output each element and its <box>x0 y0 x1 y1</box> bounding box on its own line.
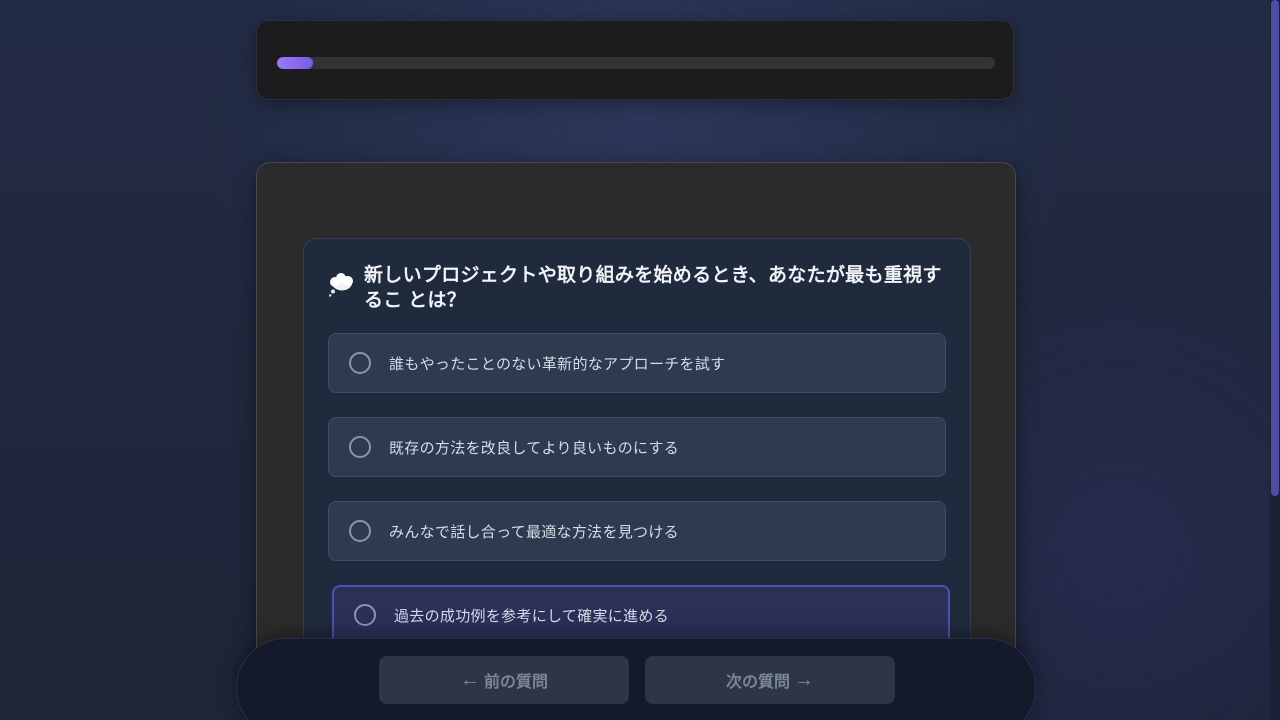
radio-circle-icon[interactable] <box>349 520 371 542</box>
next-question-label: 次の質問 <box>725 674 790 691</box>
radio-circle-icon[interactable] <box>354 604 376 626</box>
option-label: 既存の方法を改良してより良いものにする <box>389 439 680 457</box>
option-1[interactable]: 誰もやったことのない革新的なアプローチを試す <box>328 333 946 393</box>
progress-bar-fill <box>277 57 313 69</box>
option-3[interactable]: みんなで話し合って最適な方法を見つける <box>328 501 946 561</box>
radio-circle-icon[interactable] <box>349 436 371 458</box>
previous-question-label: 前の質問 <box>483 674 548 691</box>
progress-panel <box>256 20 1014 100</box>
question-card: 新しいプロジェクトや取り組みを始めるとき、あなたが最も重視するこ とは？ 誰もや… <box>303 238 971 698</box>
previous-question-button[interactable]: ← 前の質問 <box>379 656 629 704</box>
question-text: 新しいプロジェクトや取り組みを始めるとき、あなたが最も重視するこ とは？ <box>364 265 942 311</box>
option-label: みんなで話し合って最適な方法を見つける <box>389 523 679 541</box>
scrollbar-thumb[interactable] <box>1271 0 1279 496</box>
option-label: 誰もやったことのない革新的なアプローチを試す <box>389 355 726 373</box>
arrow-right-icon: → <box>794 668 814 691</box>
progress-bar <box>277 57 995 69</box>
option-label: 過去の成功例を参考にして確実に進める <box>394 607 669 625</box>
next-question-button[interactable]: 次の質問 → <box>645 656 895 704</box>
navigation-bar: ← 前の質問 次の質問 → <box>236 638 1036 720</box>
page-scrollbar[interactable] <box>1270 0 1280 720</box>
radio-circle-icon[interactable] <box>349 352 371 374</box>
arrow-left-icon: ← <box>459 668 480 691</box>
option-2[interactable]: 既存の方法を改良してより良いものにする <box>328 417 946 477</box>
question-header: 新しいプロジェクトや取り組みを始めるとき、あなたが最も重視するこ とは？ <box>328 263 948 313</box>
thought-bubble-icon <box>329 273 353 297</box>
option-4[interactable]: 過去の成功例を参考にして確実に進める <box>332 585 950 645</box>
quiz-card: 新しいプロジェクトや取り組みを始めるとき、あなたが最も重視するこ とは？ 誰もや… <box>256 162 1016 720</box>
